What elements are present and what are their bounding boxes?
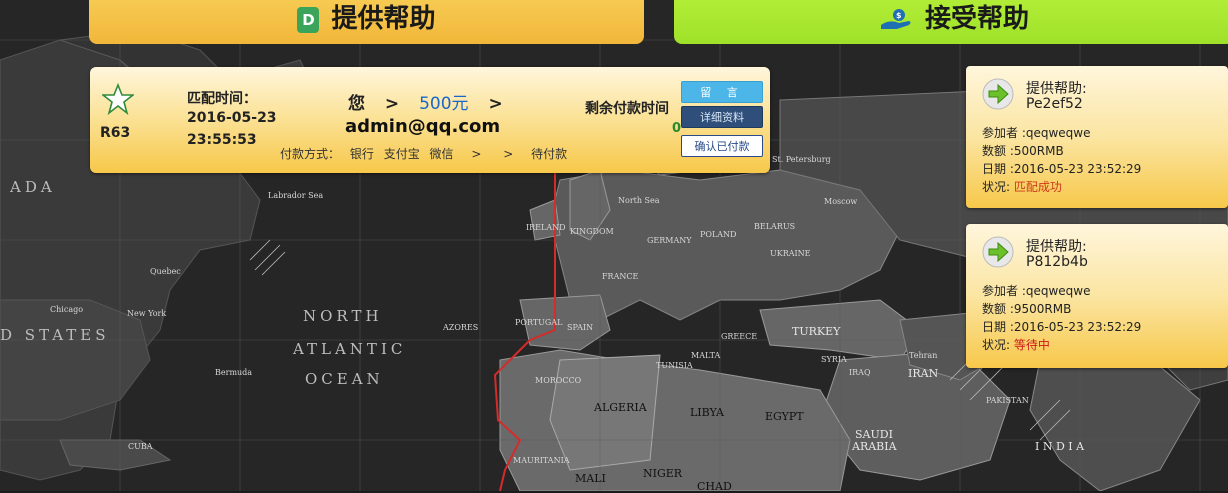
map-label-morocco: MOROCCO [535, 376, 582, 385]
provide-help-record[interactable]: 提供帮助: P812b4b 参加者 :qeqweqwe 数额 :9500RMB … [966, 224, 1228, 368]
map-label-syria: SYRIA [821, 355, 847, 364]
record-date: 日期 :2016-05-23 23:52:29 [982, 162, 1142, 176]
hand-coin-icon: $ [880, 9, 911, 29]
record-amount: 数额 :9500RMB [982, 302, 1072, 316]
record-participant: 参加者 :qeqweqwe [982, 126, 1091, 140]
record-status: 等待中 [1013, 338, 1050, 352]
record-date: 日期 :2016-05-23 23:52:29 [982, 320, 1142, 334]
provide-help-button[interactable]: D 提供帮助 [89, 0, 644, 44]
payment-status: 待付款 [531, 147, 568, 161]
map-label-niger: NIGER [643, 467, 683, 480]
message-button[interactable]: 留 言 [681, 81, 763, 103]
map-label-portugal: PORTUGAL [515, 318, 563, 327]
match-card: R63 匹配时间： 2016-05-23 23:55:53 您 > 500元 >… [90, 67, 770, 173]
provide-help-label: 提供帮助 [331, 3, 436, 34]
payment-method-wechat: 微信 [429, 147, 454, 161]
map-label-chad: CHAD [697, 480, 732, 493]
flow-arrow-2: > [488, 94, 503, 114]
record-participant: 参加者 :qeqweqwe [982, 284, 1091, 298]
record-status: 匹配成功 [1013, 180, 1062, 194]
map-label-libya: LIBYA [690, 406, 724, 419]
map-label-arabia: ARABIA [852, 440, 897, 453]
map-label-moscow: Moscow [824, 197, 858, 206]
map-label-ireland: IRELAND [526, 223, 566, 232]
map-label-azores: AZORES [443, 323, 479, 332]
record-status-label: 状况: [982, 338, 1014, 352]
map-label-germany: GERMANY [647, 236, 692, 245]
recipient-email: admin@qq.com [345, 116, 501, 137]
record-code: P812b4b [1026, 254, 1088, 270]
map-label-france: FRANCE [602, 272, 639, 281]
flow-amount: 500元 [419, 94, 469, 114]
arrow-right-icon [982, 78, 1014, 110]
payment-arrow-1: > [471, 147, 482, 161]
map-label-tunisia: TUNISIA [656, 361, 693, 370]
arrow-right-icon [982, 236, 1014, 268]
map-label-north: NORTH [303, 307, 383, 325]
transfer-flow: 您 > 500元 > [348, 89, 503, 114]
map-label-egypt: EGYPT [765, 410, 804, 423]
map-label-quebec: Quebec [150, 267, 181, 276]
payment-method-bank: 银行 [349, 147, 374, 161]
payment-label: 付款方式： [280, 147, 341, 161]
provide-help-record[interactable]: 提供帮助: Pe2ef52 参加者 :qeqweqwe 数额 :500RMB 日… [966, 66, 1228, 208]
map-label-tehran: Tehran [909, 351, 938, 360]
payment-methods: 付款方式： 银行 支付宝 微信 > > 待付款 [280, 145, 573, 162]
map-label-bermuda: Bermuda [215, 368, 253, 377]
record-amount: 数额 :500RMB [982, 144, 1064, 158]
record-title: 提供帮助: [1026, 239, 1087, 255]
match-time: 23:55:53 [187, 132, 257, 148]
flow-arrow-1: > [384, 94, 400, 114]
record-title: 提供帮助: [1026, 81, 1087, 97]
map-label-ada: ADA [10, 178, 56, 196]
map-label-ukraine: UKRAINE [770, 249, 811, 258]
receive-help-label: 接受帮助 [924, 3, 1029, 34]
match-date: 2016-05-23 [187, 110, 277, 126]
map-label-malta: MALTA [691, 351, 721, 360]
map-label-iran: IRAN [908, 367, 939, 380]
map-label-turkey: TURKEY [792, 325, 841, 338]
provide-help-icon: D [297, 7, 320, 33]
map-label-ocean: OCEAN [305, 370, 384, 388]
map-label-st-petersburg: St. Petersburg [772, 155, 831, 164]
map-label-belarus: BELARUS [754, 222, 796, 231]
flow-from: 您 [348, 94, 365, 114]
map-label-labrador-sea: Labrador Sea [268, 191, 324, 200]
map-label-states: D STATES [0, 326, 110, 344]
map-label-poland: POLAND [700, 230, 737, 239]
remaining-time-label: 剩余付款时间 [585, 101, 669, 117]
map-label-india: I N D I A [1035, 440, 1085, 453]
map-label-atlantic: ATLANTIC [293, 340, 407, 358]
record-status-label: 状况: [982, 180, 1014, 194]
map-label-spain: SPAIN [567, 323, 594, 332]
payment-arrow-2: > [503, 147, 514, 161]
record-code: Pe2ef52 [1026, 96, 1083, 112]
map-label-kingdom: KINGDOM [570, 227, 614, 236]
record-status-line: 状况: 匹配成功 [982, 178, 1062, 195]
match-time-label: 匹配时间： [187, 91, 257, 107]
map-label-algeria: ALGERIA [594, 401, 647, 414]
map-label-greece: GREECE [721, 332, 758, 341]
receive-help-button[interactable]: $ 接受帮助 [674, 0, 1228, 44]
details-button[interactable]: 详细资料 [681, 106, 763, 128]
match-id: R63 [100, 125, 131, 141]
map-label-pakistan: PAKISTAN [986, 396, 1029, 405]
map-label-mali: MALI [575, 472, 606, 485]
record-status-line: 状况: 等待中 [982, 336, 1050, 353]
payment-method-alipay: 支付宝 [383, 147, 420, 161]
map-label-cuba: CUBA [128, 442, 153, 451]
star-icon[interactable] [102, 83, 134, 115]
confirm-payment-button[interactable]: 确认已付款 [681, 135, 763, 157]
map-label-iraq: IRAQ [849, 368, 871, 377]
remaining-time-value: 0 [672, 121, 682, 136]
map-label-north-sea: North Sea [618, 196, 660, 205]
map-label-new-york: New York [127, 309, 167, 318]
svg-text:$: $ [896, 11, 902, 20]
map-label-chicago: Chicago [50, 305, 84, 314]
map-label-mauritania: MAURITANIA [513, 456, 570, 465]
